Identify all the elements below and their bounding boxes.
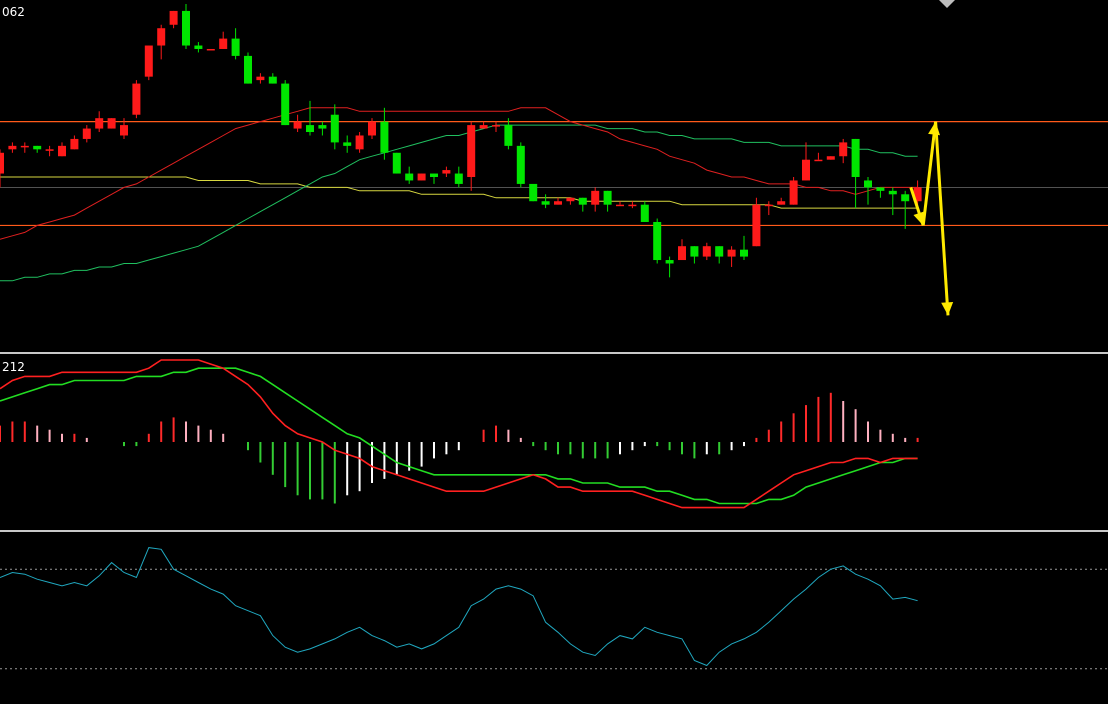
candle-body [293,121,302,129]
macd-panel-label: 212 [2,360,25,374]
candle [392,152,401,174]
candle-body [764,204,773,207]
candle-body [0,152,4,174]
candle [107,118,116,129]
candle-body [665,260,674,264]
candle-body [653,221,662,261]
candle-body [268,76,277,84]
candle-body [777,201,786,205]
candle-body [380,121,389,153]
candle-body [219,38,228,49]
candle-body [45,149,54,151]
candle-body [789,180,798,205]
candle-body [355,135,364,150]
candle-body [8,145,17,150]
candle [529,183,538,202]
candle-body [70,138,79,150]
candle-body [330,114,339,143]
candle-body [95,118,104,129]
candle-body [851,138,860,177]
candle-body [640,204,649,222]
candle-body [554,201,562,205]
candle-body [826,156,835,160]
candle-body [20,145,29,148]
candle-body [888,190,897,195]
candle-body [901,194,910,202]
candle-body [157,28,166,46]
candle [789,177,798,205]
candle-body [727,249,736,257]
candle-body [516,145,525,184]
candle-body [702,246,711,257]
candle-body [318,125,327,129]
candle-body [814,159,823,162]
candle-body [492,125,500,127]
candle-body [144,45,153,77]
candle-body [120,125,128,136]
candle-body [566,197,575,202]
candle [244,52,252,84]
candle-body [281,83,290,126]
candle-body [107,118,116,129]
stock-chart: 062 212 [0,0,1108,704]
candle-body [876,187,885,191]
candle-body [479,125,488,129]
candle [653,218,662,264]
price-panel-label: 062 [2,5,25,19]
candle [206,48,215,51]
candle [144,45,153,81]
candle-body [752,204,761,247]
candle-body [430,173,438,177]
candle-body [603,190,612,205]
candle [132,80,141,119]
candle-body [690,246,699,257]
candle-body [392,152,401,174]
candle-body [343,142,352,146]
candle [281,80,290,126]
candle-body [206,48,215,51]
candle-body [678,246,686,261]
candle-body [405,173,414,181]
candle [826,156,835,160]
candle-body [442,170,451,174]
candle-body [715,246,724,257]
candle-body [454,173,463,184]
candle-body [182,10,190,46]
candle-body [58,145,66,157]
candle-body [864,180,872,188]
candle-body [504,125,513,146]
candle-body [82,128,91,139]
candle-body [244,55,252,84]
candle-body [194,45,203,49]
candle-body [839,142,848,157]
candle-body [591,190,600,205]
candle-body [467,125,476,177]
candle [516,142,525,188]
candle-body [256,76,265,81]
candle [417,173,426,181]
candle-body [231,38,240,56]
candle-body [417,173,426,181]
candle-body [368,121,376,136]
candle-body [802,159,810,181]
candle-body [529,183,538,202]
candle-body [740,249,748,257]
candle [752,197,761,247]
candle-body [616,204,624,207]
candle-body [306,125,314,133]
candle-body [169,10,178,25]
candle-body [541,201,550,205]
candle-body [132,83,141,115]
candle-body [33,145,42,150]
candle-body [578,197,587,205]
candle-body [628,204,637,207]
